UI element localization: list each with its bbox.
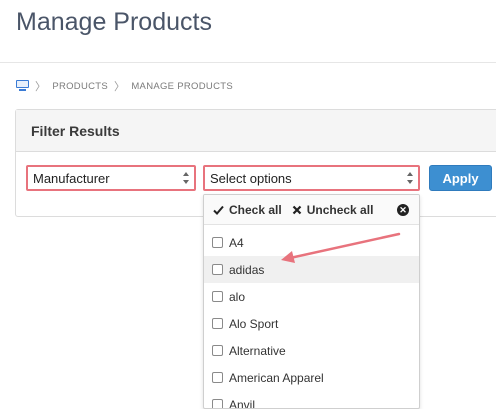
- checkmark-icon: [213, 205, 224, 215]
- option-checkbox[interactable]: [212, 237, 223, 248]
- option-american-apparel[interactable]: American Apparel: [204, 364, 419, 391]
- computer-icon[interactable]: [16, 80, 29, 92]
- breadcrumb-item-products[interactable]: PRODUCTS: [52, 81, 108, 92]
- x-icon: [292, 205, 302, 215]
- option-label: adidas: [229, 263, 264, 277]
- breadcrumb-separator: 〉: [114, 78, 125, 94]
- option-label: alo: [229, 290, 245, 304]
- filter-panel-header: Filter Results: [16, 110, 496, 152]
- option-checkbox[interactable]: [212, 264, 223, 275]
- check-all-label: Check all: [229, 203, 282, 217]
- option-anvil[interactable]: Anvil: [204, 391, 419, 409]
- dropdown-header: Check all Uncheck all ✕: [204, 195, 419, 225]
- option-alo-sport[interactable]: Alo Sport: [204, 310, 419, 337]
- close-icon[interactable]: ✕: [397, 204, 409, 216]
- field-select-value: Manufacturer: [33, 171, 110, 186]
- options-dropdown: Check all Uncheck all ✕ A4 adidas alo Al…: [203, 194, 420, 409]
- option-alternative[interactable]: Alternative: [204, 337, 419, 364]
- option-label: Alo Sport: [229, 317, 278, 331]
- uncheck-all-label: Uncheck all: [307, 203, 374, 217]
- option-label: Alternative: [229, 344, 286, 358]
- apply-button[interactable]: Apply: [429, 165, 492, 191]
- field-select[interactable]: Manufacturer: [26, 165, 196, 191]
- breadcrumb-separator: 〉: [35, 78, 46, 94]
- option-adidas[interactable]: adidas: [204, 256, 419, 283]
- option-alo[interactable]: alo: [204, 283, 419, 310]
- option-checkbox[interactable]: [212, 372, 223, 383]
- breadcrumb: 〉 PRODUCTS 〉 MANAGE PRODUCTS: [16, 78, 233, 94]
- select-arrows-icon: [182, 172, 189, 184]
- option-label: A4: [229, 236, 244, 250]
- option-label: Anvil: [229, 398, 255, 409]
- option-checkbox[interactable]: [212, 399, 223, 409]
- option-checkbox[interactable]: [212, 345, 223, 356]
- breadcrumb-item-manage-products[interactable]: MANAGE PRODUCTS: [131, 81, 233, 92]
- option-label: American Apparel: [229, 371, 324, 385]
- options-select-value: Select options: [210, 171, 292, 186]
- option-checkbox[interactable]: [212, 318, 223, 329]
- options-list: A4 adidas alo Alo Sport Alternative Amer…: [204, 225, 419, 409]
- check-all-button[interactable]: Check all: [213, 203, 282, 217]
- uncheck-all-button[interactable]: Uncheck all: [292, 203, 374, 217]
- option-a4[interactable]: A4: [204, 229, 419, 256]
- option-checkbox[interactable]: [212, 291, 223, 302]
- select-arrows-icon: [406, 172, 413, 184]
- page-title: Manage Products: [16, 8, 212, 37]
- filter-panel-title: Filter Results: [31, 123, 120, 139]
- title-divider: [0, 62, 496, 63]
- options-multiselect[interactable]: Select options: [203, 165, 420, 191]
